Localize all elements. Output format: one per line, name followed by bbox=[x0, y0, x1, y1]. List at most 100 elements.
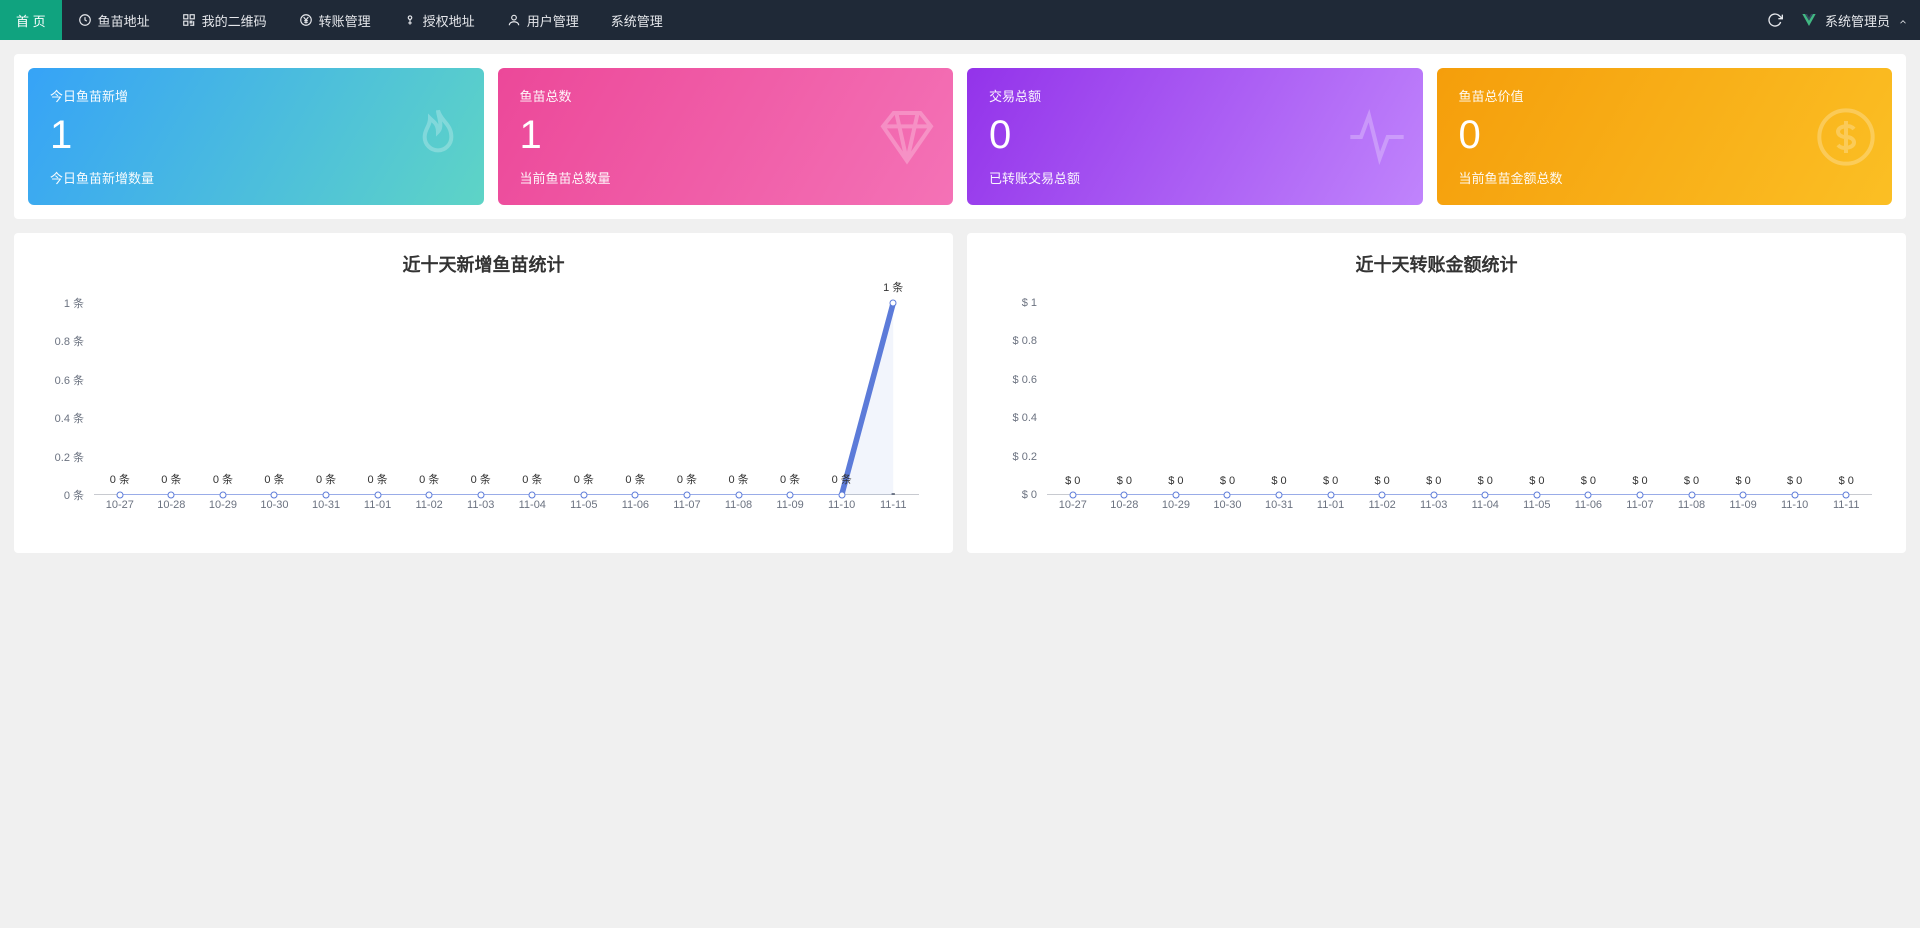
user-icon bbox=[507, 13, 521, 27]
data-point bbox=[1482, 492, 1489, 499]
x-axis: 10-2710-2810-2910-3010-3111-0111-0211-03… bbox=[1047, 499, 1872, 523]
data-point bbox=[1430, 492, 1437, 499]
x-tick: 10-28 bbox=[1099, 499, 1151, 523]
x-tick: 11-03 bbox=[455, 499, 507, 523]
nav-item-5[interactable]: 用户管理 bbox=[491, 0, 595, 40]
nav-item-label: 鱼苗地址 bbox=[98, 11, 150, 30]
stat-desc: 当前鱼苗金额总数 bbox=[1459, 168, 1871, 187]
point-label: 0 条 bbox=[419, 471, 439, 487]
stat-title: 交易总额 bbox=[989, 86, 1401, 105]
stat-title: 鱼苗总价值 bbox=[1459, 86, 1871, 105]
x-tick: 10-30 bbox=[1202, 499, 1254, 523]
point-label: $ 0 bbox=[1684, 475, 1699, 487]
nav-item-3[interactable]: 转账管理 bbox=[283, 0, 387, 40]
point-label: 1 条 bbox=[883, 279, 903, 295]
y-tick: $ 0 bbox=[1022, 489, 1037, 501]
point-label: $ 0 bbox=[1478, 475, 1493, 487]
nav-item-2[interactable]: 我的二维码 bbox=[166, 0, 283, 40]
y-tick: $ 0.8 bbox=[1013, 335, 1037, 347]
x-tick: 10-28 bbox=[146, 499, 198, 523]
stat-title: 今日鱼苗新增 bbox=[50, 86, 462, 105]
x-tick: 10-29 bbox=[1150, 499, 1202, 523]
x-tick: 11-04 bbox=[1460, 499, 1512, 523]
point-label: $ 0 bbox=[1581, 475, 1596, 487]
x-tick: 11-03 bbox=[1408, 499, 1460, 523]
point-label: $ 0 bbox=[1065, 475, 1080, 487]
data-point bbox=[838, 492, 845, 499]
data-point bbox=[219, 492, 226, 499]
data-point bbox=[529, 492, 536, 499]
point-label: 0 条 bbox=[625, 471, 645, 487]
key-icon bbox=[403, 13, 417, 27]
data-point bbox=[683, 492, 690, 499]
x-tick: 10-27 bbox=[94, 499, 146, 523]
point-label: 0 条 bbox=[368, 471, 388, 487]
nav-item-label: 首 页 bbox=[16, 11, 46, 30]
data-point bbox=[1224, 492, 1231, 499]
nav-item-6[interactable]: 系统管理 bbox=[595, 0, 679, 40]
x-tick: 11-10 bbox=[1769, 499, 1821, 523]
y-tick: $ 0.4 bbox=[1013, 412, 1037, 424]
x-tick: 11-08 bbox=[713, 499, 765, 523]
point-label: 0 条 bbox=[574, 471, 594, 487]
stat-desc: 今日鱼苗新增数量 bbox=[50, 168, 462, 187]
point-label: 0 条 bbox=[522, 471, 542, 487]
point-label: 0 条 bbox=[832, 471, 852, 487]
x-tick: 11-11 bbox=[867, 499, 919, 523]
point-label: $ 0 bbox=[1426, 475, 1441, 487]
point-label: 0 条 bbox=[161, 471, 181, 487]
x-tick: 11-02 bbox=[403, 499, 455, 523]
chevron-up-icon bbox=[1898, 15, 1908, 25]
x-tick: 11-06 bbox=[610, 499, 662, 523]
data-point bbox=[1636, 492, 1643, 499]
user-menu[interactable]: 系统管理员 bbox=[1801, 11, 1908, 30]
point-label: $ 0 bbox=[1117, 475, 1132, 487]
point-label: 0 条 bbox=[780, 471, 800, 487]
qrcode-icon bbox=[182, 13, 196, 27]
data-point bbox=[1843, 492, 1850, 499]
stat-card-1: 鱼苗总数1当前鱼苗总数量 bbox=[498, 68, 954, 205]
diamond-icon bbox=[875, 105, 939, 169]
x-tick: 10-31 bbox=[1253, 499, 1305, 523]
stat-card-2: 交易总额0已转账交易总额 bbox=[967, 68, 1423, 205]
data-point bbox=[890, 300, 897, 307]
y-tick: 0.8 条 bbox=[55, 333, 84, 349]
nav-right: 系统管理员 bbox=[1767, 11, 1908, 30]
chart-title: 近十天新增鱼苗统计 bbox=[38, 251, 929, 277]
y-tick: 0 条 bbox=[64, 487, 84, 503]
x-tick: 11-08 bbox=[1666, 499, 1718, 523]
y-tick: 0.2 条 bbox=[55, 449, 84, 465]
point-label: $ 0 bbox=[1529, 475, 1544, 487]
point-label: 0 条 bbox=[264, 471, 284, 487]
stat-card-3: 鱼苗总价值0当前鱼苗金额总数 bbox=[1437, 68, 1893, 205]
x-tick: 11-04 bbox=[507, 499, 559, 523]
stat-value: 1 bbox=[520, 113, 932, 158]
plot-area: 0 条0 条0 条0 条0 条0 条0 条0 条0 条0 条0 条0 条0 条0… bbox=[94, 303, 919, 495]
dollar-icon bbox=[1814, 105, 1878, 169]
point-label: $ 0 bbox=[1375, 475, 1390, 487]
x-tick: 11-01 bbox=[1305, 499, 1357, 523]
refresh-icon[interactable] bbox=[1767, 12, 1783, 28]
x-tick: 11-09 bbox=[1717, 499, 1769, 523]
x-tick: 11-02 bbox=[1356, 499, 1408, 523]
point-label: 0 条 bbox=[213, 471, 233, 487]
nav-item-label: 用户管理 bbox=[527, 11, 579, 30]
nav-item-1[interactable]: 鱼苗地址 bbox=[62, 0, 166, 40]
stat-title: 鱼苗总数 bbox=[520, 86, 932, 105]
point-label: $ 0 bbox=[1632, 475, 1647, 487]
point-label: 0 条 bbox=[471, 471, 491, 487]
y-axis: $ 0$ 0.2$ 0.4$ 0.6$ 0.8$ 1 bbox=[991, 303, 1043, 495]
data-point bbox=[323, 492, 330, 499]
stat-value: 0 bbox=[989, 113, 1401, 158]
data-point bbox=[580, 492, 587, 499]
y-tick: $ 0.2 bbox=[1013, 451, 1037, 463]
y-tick: 1 条 bbox=[64, 295, 84, 311]
data-point bbox=[1791, 492, 1798, 499]
x-tick: 11-05 bbox=[558, 499, 610, 523]
pulse-icon bbox=[1345, 105, 1409, 169]
nav-item-0[interactable]: 首 页 bbox=[0, 0, 62, 40]
point-label: 0 条 bbox=[316, 471, 336, 487]
nav-item-4[interactable]: 授权地址 bbox=[387, 0, 491, 40]
y-axis: 0 条0.2 条0.4 条0.6 条0.8 条1 条 bbox=[38, 303, 90, 495]
point-label: 0 条 bbox=[677, 471, 697, 487]
